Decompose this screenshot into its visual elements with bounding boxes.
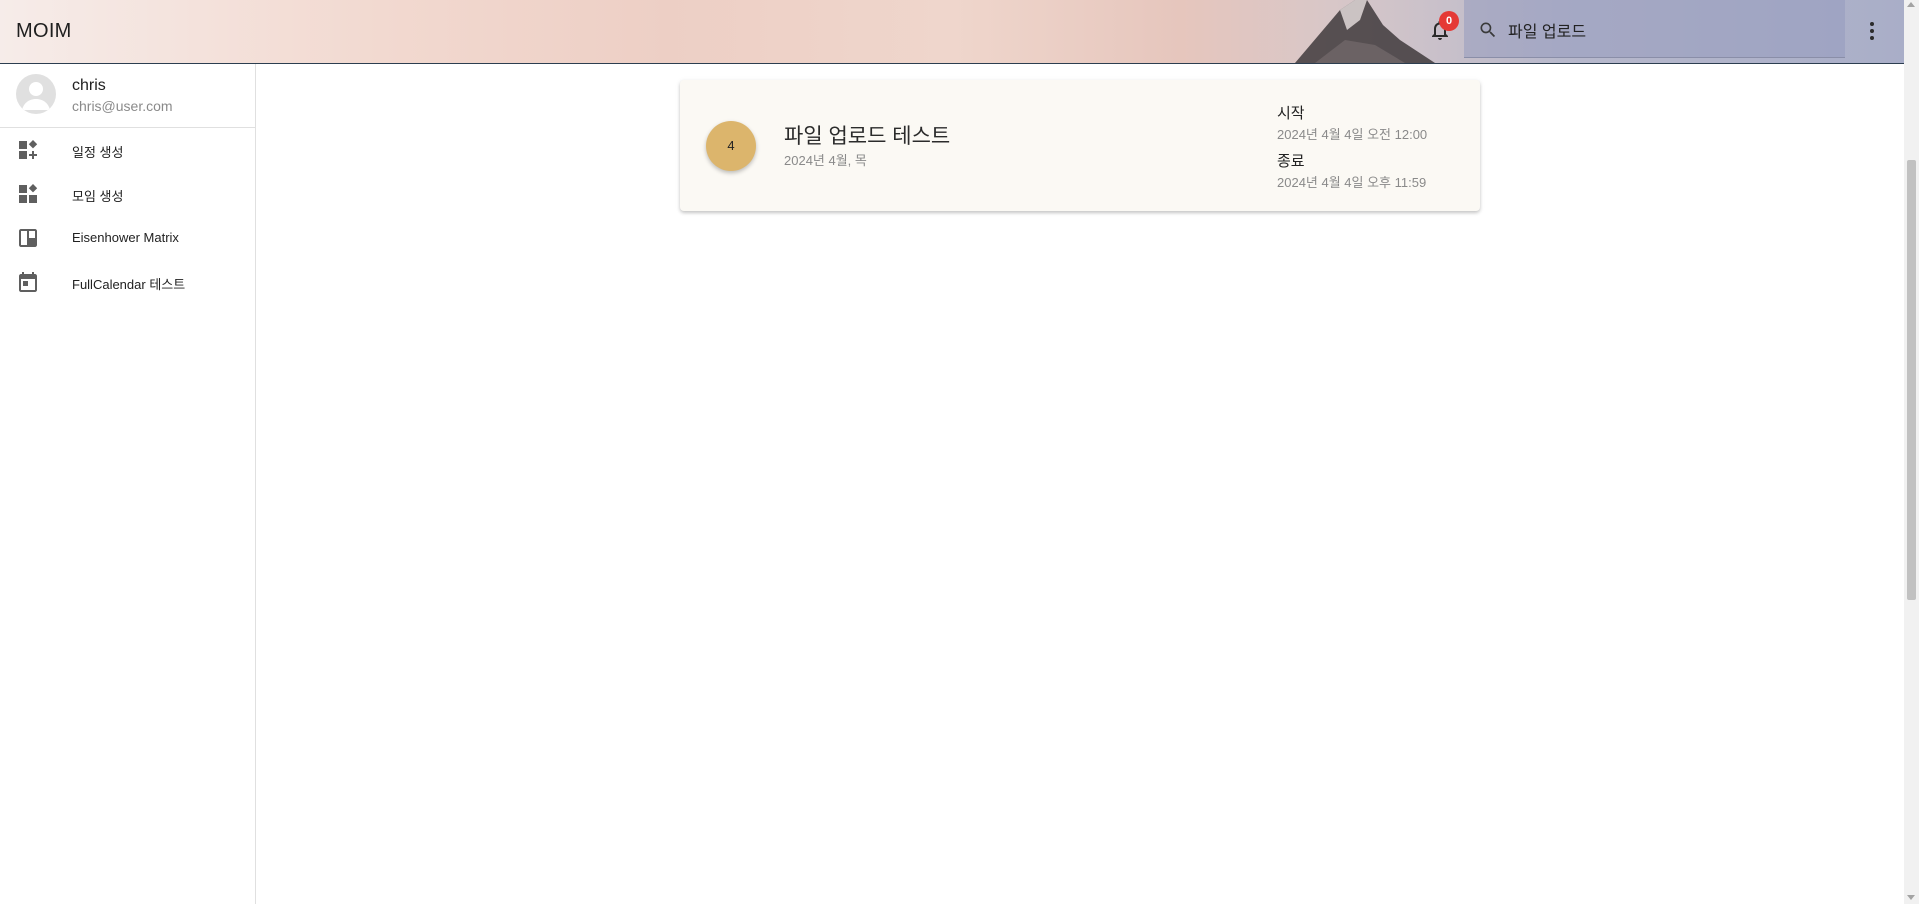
more-vert-icon[interactable] [1860,19,1884,43]
search-icon [1480,22,1496,38]
event-day-badge: 4 [706,121,756,171]
sidebar-item-fullcalendar-test[interactable]: FullCalendar 테스트 [0,260,255,304]
event-end-value: 2024년 4월 4일 오후 11:59 [1277,175,1427,190]
dashboard-customize-icon [19,140,38,159]
scrollbar-thumb[interactable] [1907,160,1916,600]
sidebar: chris chris@user.com 일정 생성 모임 생성 Eisenho… [0,64,256,904]
sidebar-item-create-meeting[interactable]: 모임 생성 [0,172,255,216]
app-bar: MOIM 0 [0,0,1904,64]
notification-count-badge: 0 [1439,11,1459,31]
calendar-icon [19,272,37,292]
avatar [16,74,56,114]
page-scrollbar[interactable] [1904,0,1919,904]
sidebar-item-label: 모임 생성 [72,189,124,204]
search-input[interactable] [1506,16,1830,44]
scroll-down-arrow-icon[interactable] [1907,895,1915,900]
user-email: chris@user.com [72,98,173,114]
user-name: chris [72,77,106,94]
search-box[interactable] [1464,0,1845,58]
event-start-value: 2024년 4월 4일 오전 12:00 [1277,127,1428,142]
sidebar-item-label: 일정 생성 [72,145,124,160]
event-title: 파일 업로드 테스트 [784,125,951,148]
app-title[interactable]: MOIM [16,20,72,43]
event-month-weekday: 2024년 4월, 목 [784,153,867,168]
event-start-label: 시작 [1277,105,1305,122]
scroll-up-arrow-icon[interactable] [1907,2,1915,7]
sidebar-item-create-schedule[interactable]: 일정 생성 [0,128,255,172]
header-background-image [1295,0,1435,63]
sidebar-item-eisenhower-matrix[interactable]: Eisenhower Matrix [0,216,255,260]
board-icon [19,229,37,247]
user-profile: chris chris@user.com [0,64,255,128]
sidebar-item-label: FullCalendar 테스트 [72,277,186,292]
event-card[interactable]: 4 파일 업로드 테스트 2024년 4월, 목 시작 2024년 4월 4일 … [680,80,1480,211]
event-end-label: 종료 [1277,153,1305,170]
sidebar-item-label: Eisenhower Matrix [72,230,179,245]
dashboard-customize-icon [19,184,38,203]
person-icon [22,82,50,110]
